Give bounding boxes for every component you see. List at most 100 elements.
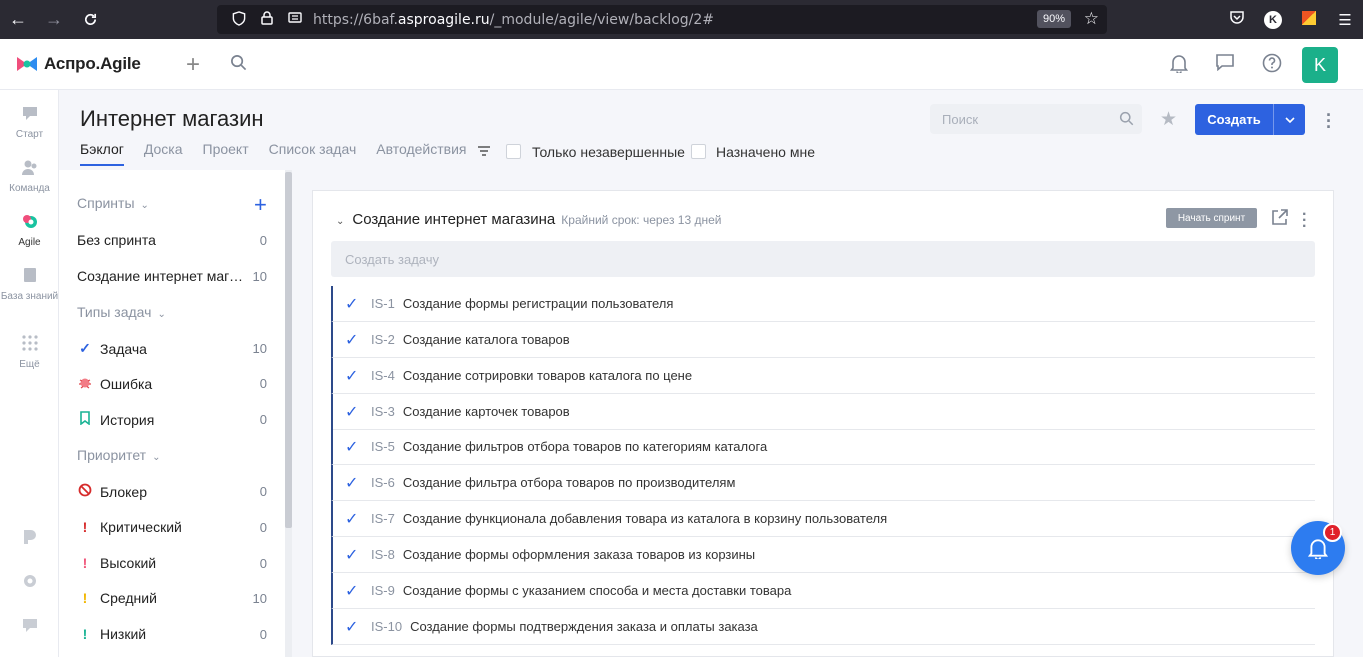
- chevron-down-icon[interactable]: [1273, 104, 1305, 135]
- start-sprint-button[interactable]: Начать спринт: [1166, 208, 1257, 228]
- task-id[interactable]: IS-9: [371, 583, 395, 598]
- help-icon[interactable]: [1262, 53, 1282, 78]
- sidebar-item-priority-blocker[interactable]: Блокер 0: [77, 483, 267, 500]
- lock-icon[interactable]: [253, 11, 281, 28]
- sprints-section-toggle[interactable]: Спринты ⌄: [77, 195, 149, 211]
- check-icon: ✓: [345, 546, 359, 564]
- assigned-to-me-checkbox[interactable]: [691, 144, 706, 159]
- task-row[interactable]: ✓ IS-4 Создание сотрировки товаров каталог…: [331, 358, 1315, 394]
- sidebar-item-priority-high[interactable]: ! Высокий 0: [77, 555, 267, 571]
- add-sprint-icon[interactable]: +: [254, 192, 267, 218]
- rail-item-more[interactable]: Ещё: [0, 334, 59, 370]
- task-id[interactable]: IS-4: [371, 368, 395, 383]
- search-input[interactable]: [930, 104, 1100, 134]
- bookmark-star-icon[interactable]: ☆: [1084, 9, 1099, 29]
- reload-icon[interactable]: [72, 0, 108, 39]
- chevron-down-icon[interactable]: ⌄: [336, 216, 344, 227]
- task-row[interactable]: ✓ IS-2 Создание каталога товаров: [331, 322, 1315, 358]
- task-name[interactable]: Создание фильтра отбора товаров по произ…: [403, 475, 736, 490]
- project-search: [930, 104, 1142, 134]
- task-name[interactable]: Создание формы оформления заказа товаров…: [403, 547, 755, 562]
- bell-icon[interactable]: [1169, 53, 1189, 78]
- task-name[interactable]: Создание формы с указанием способа и мес…: [403, 583, 792, 598]
- bug-icon: [77, 375, 93, 392]
- user-avatar[interactable]: K: [1302, 47, 1338, 83]
- rail-item-team[interactable]: Команда: [0, 158, 59, 194]
- task-name[interactable]: Создание сотрировки товаров каталога по …: [403, 368, 692, 383]
- task-id[interactable]: IS-8: [371, 547, 395, 562]
- task-id[interactable]: IS-7: [371, 511, 395, 526]
- url-text: https://6baf.asproagile.ru/_module/agile…: [313, 11, 715, 28]
- pocket-icon[interactable]: [1219, 10, 1255, 29]
- sidebar-item-priority-medium[interactable]: ! Средний 10: [77, 590, 267, 606]
- forward-icon[interactable]: →: [36, 0, 72, 39]
- sidebar-item-type-task[interactable]: ✓ Задача 10: [77, 340, 267, 357]
- task-name[interactable]: Создание фильтров отбора товаров по кате…: [403, 439, 767, 454]
- search-icon[interactable]: [230, 54, 247, 76]
- unfinished-only-checkbox[interactable]: [506, 144, 521, 159]
- task-id[interactable]: IS-3: [371, 404, 395, 419]
- settings-icon[interactable]: [0, 572, 59, 597]
- sidebar-item-no-sprint[interactable]: Без спринта 0: [77, 232, 267, 248]
- sprint-more-options-icon[interactable]: · · ·: [1302, 207, 1307, 235]
- app-logo[interactable]: Аспро.Agile: [16, 54, 141, 74]
- task-row[interactable]: ✓ IS-6 Создание фильтра отбора товаров по …: [331, 465, 1315, 501]
- sprint-header[interactable]: ⌄ Создание интернет магазина Крайний сро…: [336, 211, 722, 228]
- task-row[interactable]: ✓ IS-3 Создание карточек товаров: [331, 394, 1315, 430]
- task-name[interactable]: Создание каталога товаров: [403, 332, 570, 347]
- task-id[interactable]: IS-1: [371, 296, 395, 311]
- task-row[interactable]: ✓ IS-7 Создание функционала добавления тов…: [331, 501, 1315, 537]
- tab-backlog[interactable]: Бэклог: [80, 141, 124, 166]
- exclamation-icon: !: [82, 519, 88, 535]
- project-tabs: Бэклог Доска Проект Список задач Автодей…: [80, 141, 466, 166]
- sidebar-scrollbar[interactable]: [285, 172, 292, 528]
- create-task-input[interactable]: [331, 241, 1315, 277]
- sidebar-item-sprint[interactable]: Создание интернет магазина 10: [77, 268, 267, 284]
- task-name[interactable]: Создание формы регистрации пользователя: [403, 296, 674, 311]
- open-external-icon[interactable]: [1271, 209, 1288, 231]
- menu-icon[interactable]: ☰: [1327, 11, 1363, 29]
- tab-board[interactable]: Доска: [144, 141, 183, 166]
- rail-item-knowledge-base[interactable]: База знаний: [0, 266, 59, 303]
- main-nav-rail: Старт Команда Agile База знаний Ещё: [0, 90, 59, 657]
- task-row[interactable]: ✓ IS-1 Создание формы регистрации пользова…: [331, 286, 1315, 322]
- task-types-section-toggle[interactable]: Типы задач ⌄: [77, 304, 166, 320]
- task-id[interactable]: IS-10: [371, 619, 402, 634]
- search-icon[interactable]: [1119, 111, 1134, 131]
- profile-avatar[interactable]: K: [1264, 11, 1282, 29]
- task-id[interactable]: IS-5: [371, 439, 395, 454]
- reader-icon[interactable]: [281, 11, 309, 28]
- rail-item-start[interactable]: Старт: [0, 104, 59, 140]
- sidebar-item-priority-critical[interactable]: ! Критический 0: [77, 519, 267, 535]
- support-icon[interactable]: [0, 616, 59, 641]
- shield-icon[interactable]: [225, 10, 253, 29]
- tab-automations[interactable]: Автодействия: [376, 141, 466, 166]
- sidebar-item-type-story[interactable]: История 0: [77, 411, 267, 428]
- task-name[interactable]: Создание карточек товаров: [403, 404, 570, 419]
- zoom-level[interactable]: 90%: [1036, 10, 1071, 28]
- task-row[interactable]: ✓ IS-10 Создание формы подтверждения заказ…: [331, 609, 1315, 645]
- extension-icon[interactable]: [1302, 10, 1316, 25]
- more-options-icon[interactable]: · · ·: [1326, 106, 1332, 136]
- task-name[interactable]: Создание формы подтверждения заказа и оп…: [410, 619, 758, 634]
- create-button[interactable]: Создать: [1195, 104, 1305, 135]
- task-row[interactable]: ✓ IS-9 Создание формы с указанием способа …: [331, 573, 1315, 609]
- priority-section-toggle[interactable]: Приоритет ⌄: [77, 447, 160, 463]
- task-name[interactable]: Создание функционала добавления товара и…: [403, 511, 887, 526]
- task-id[interactable]: IS-6: [371, 475, 395, 490]
- back-icon[interactable]: ←: [0, 0, 36, 39]
- task-row[interactable]: ✓ IS-5 Создание фильтров отбора товаров по…: [331, 429, 1315, 465]
- sidebar-item-priority-low[interactable]: ! Низкий 0: [77, 626, 267, 642]
- pin-icon[interactable]: [0, 528, 59, 553]
- task-row[interactable]: ✓ IS-8 Создание формы оформления заказа то…: [331, 537, 1315, 573]
- tab-project[interactable]: Проект: [203, 141, 249, 166]
- task-id[interactable]: IS-2: [371, 332, 395, 347]
- chat-icon[interactable]: [1215, 53, 1235, 76]
- favorite-star-icon[interactable]: ★: [1160, 108, 1177, 131]
- sidebar-item-type-bug[interactable]: Ошибка 0: [77, 375, 267, 392]
- address-bar[interactable]: https://6baf.asproagile.ru/_module/agile…: [217, 5, 1107, 34]
- rail-item-agile[interactable]: Agile: [0, 212, 59, 248]
- filter-icon[interactable]: [477, 144, 491, 162]
- add-icon[interactable]: +: [186, 51, 200, 79]
- tab-task-list[interactable]: Список задач: [269, 141, 357, 166]
